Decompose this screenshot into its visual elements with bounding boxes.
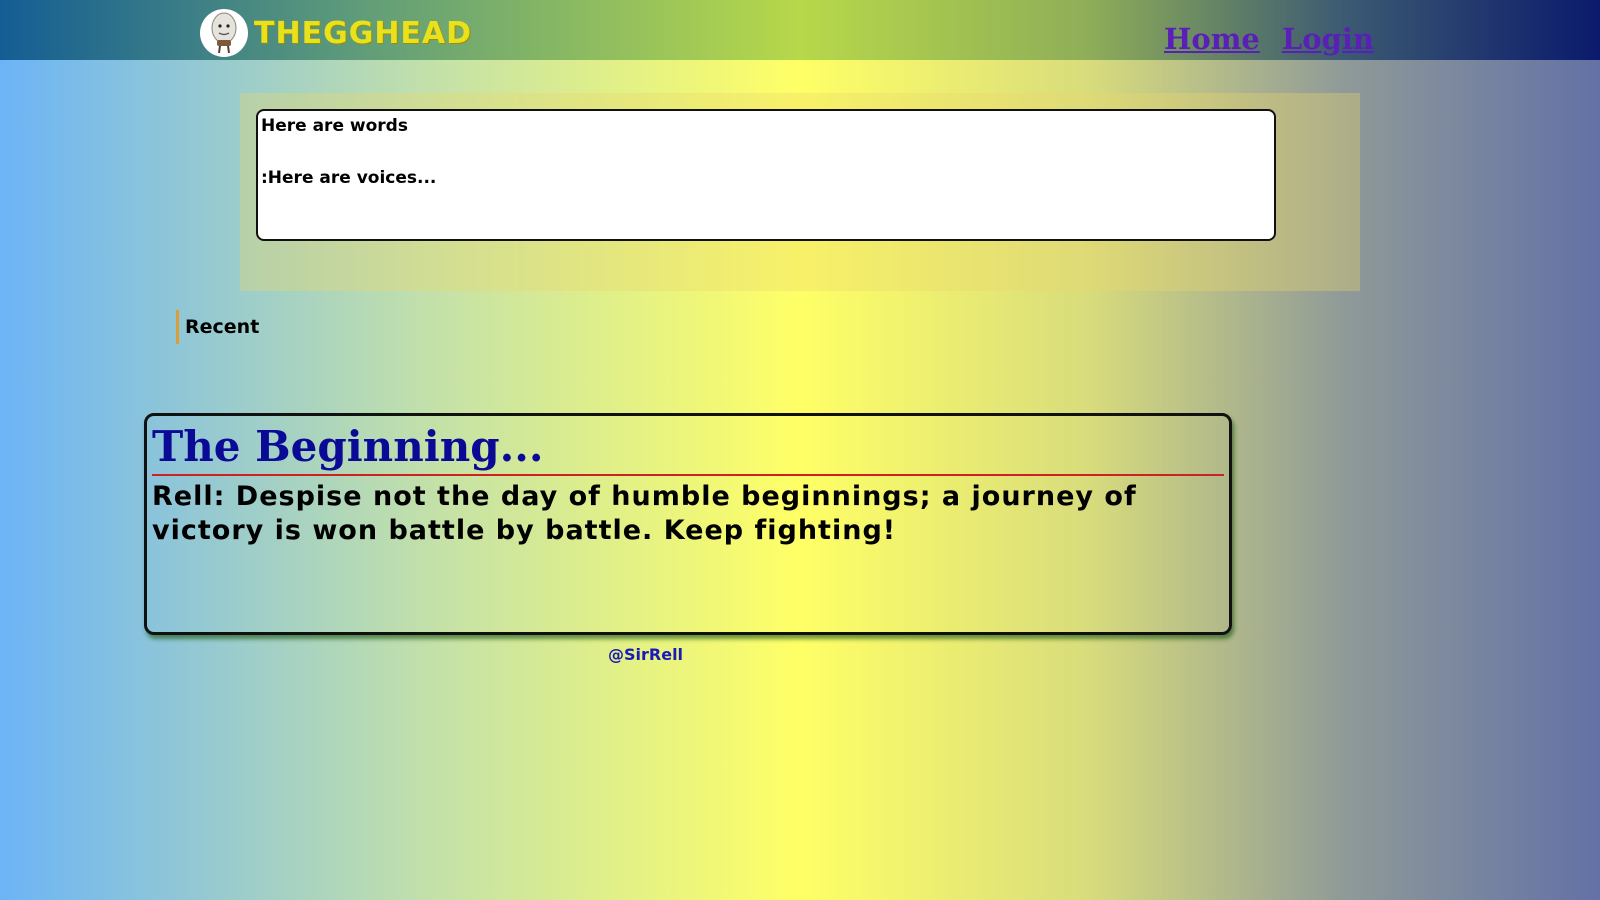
nav-login-link[interactable]: Login	[1282, 22, 1374, 56]
post-composer	[240, 93, 1360, 291]
recent-heading: Recent	[176, 310, 259, 344]
egg-head-logo-icon	[200, 9, 248, 57]
nav-home-link[interactable]: Home	[1164, 22, 1260, 56]
post-title: The Beginning...	[152, 422, 1224, 476]
brand-home-link[interactable]: THEGGHEAD	[200, 8, 472, 58]
post-author-link[interactable]: @SirRell	[608, 645, 683, 664]
post-body: Rell: Despise not the day of humble begi…	[152, 481, 1137, 546]
post-input[interactable]	[256, 109, 1276, 241]
brand-name: THEGGHEAD	[254, 15, 473, 51]
post-card: The Beginning... Rell: Despise not the d…	[144, 413, 1232, 635]
top-navbar: THEGGHEAD Home Login	[0, 0, 1600, 60]
main-nav: Home Login	[1164, 22, 1374, 56]
